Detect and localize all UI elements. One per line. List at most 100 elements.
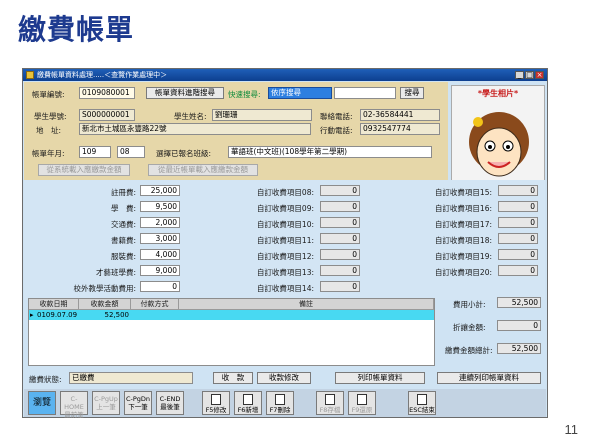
fee-left-field[interactable]: 25,000 xyxy=(140,185,180,196)
browse-button[interactable]: 瀏覽 xyxy=(28,391,56,415)
fee-left-field[interactable]: 9,000 xyxy=(140,265,180,276)
toolbar-label: F5修改 xyxy=(205,406,227,414)
payment-grid[interactable]: 收款日期 收款金額 付款方式 備註 ▸ 0109.07.09 52,500 xyxy=(28,298,435,366)
first-record-button[interactable]: C-HOME 最前筆 xyxy=(60,391,88,419)
subtotal-field[interactable]: 52,500 xyxy=(497,297,541,308)
print-continuous-button[interactable]: 連續列印帳單資料 xyxy=(437,372,541,384)
address-field[interactable]: 新北市土城區永豐路22號 xyxy=(79,123,311,135)
fee-mid-field[interactable]: 0 xyxy=(320,185,360,196)
student-name-field[interactable]: 劉珊珊 xyxy=(212,109,312,121)
phone-label: 聯絡電話: xyxy=(320,112,353,121)
window-title: 繳費帳單資料處理.....＜查覽作業處理中＞ xyxy=(37,71,168,79)
fee-mid-label: 自訂收費項目13: xyxy=(256,268,314,277)
student-photo: *學生相片* xyxy=(451,85,545,193)
close-button[interactable]: × xyxy=(535,71,544,79)
fee-items-panel: 註冊費: 25,000 學 費: 9,500 交通費: 2,000 書籍費: 3,000 服裝費… xyxy=(24,180,545,300)
student-cartoon-image xyxy=(469,112,529,177)
bill-year-value: 109 xyxy=(82,147,97,156)
edit-icon xyxy=(211,394,221,405)
photo-label: *學生相片* xyxy=(477,89,519,98)
fee-mid-field[interactable]: 0 xyxy=(320,217,360,228)
quick-search-input[interactable] xyxy=(334,87,396,99)
edit-button[interactable]: F5修改 xyxy=(202,391,230,415)
load-recent-fee-button[interactable]: 從最近帳單載入應繳款金額 xyxy=(148,164,258,176)
fee-right-field[interactable]: 0 xyxy=(498,217,538,228)
fee-mid-field[interactable]: 0 xyxy=(320,201,360,212)
fee-mid-field[interactable]: 0 xyxy=(320,233,360,244)
fee-left-field[interactable]: 9,500 xyxy=(140,201,180,212)
maximize-button[interactable]: □ xyxy=(525,71,534,79)
fee-right-label: 自訂收費項目19: xyxy=(434,252,492,261)
fee-mid-field[interactable]: 0 xyxy=(320,249,360,260)
status-field[interactable]: 已繳費 xyxy=(69,372,193,384)
quick-search-label: 快速搜尋: xyxy=(228,90,261,99)
fee-mid-label: 自訂收費項目11: xyxy=(256,236,314,245)
fee-left-field[interactable]: 2,000 xyxy=(140,217,180,228)
grid-header-method[interactable]: 付款方式 xyxy=(131,299,179,310)
fee-right-field[interactable]: 0 xyxy=(498,265,538,276)
exit-button[interactable]: ESC結束 xyxy=(408,391,436,415)
fee-left-field[interactable]: 4,000 xyxy=(140,249,180,260)
fee-mid-field[interactable]: 0 xyxy=(320,265,360,276)
fee-right-field[interactable]: 0 xyxy=(498,201,538,212)
fee-left-field[interactable]: 0 xyxy=(140,281,180,292)
load-system-fee-button[interactable]: 從系統載入應繳款金額 xyxy=(38,164,130,176)
fee-left-field[interactable]: 3,000 xyxy=(140,233,180,244)
fee-right-field[interactable]: 0 xyxy=(498,233,538,244)
table-row[interactable]: ▸ 0109.07.09 52,500 xyxy=(29,310,434,320)
mobile-field[interactable]: 0932547774 xyxy=(360,123,440,135)
add-button[interactable]: F6新增 xyxy=(234,391,262,415)
prev-record-button[interactable]: C-PgUp 上一筆 xyxy=(92,391,120,415)
discount-field[interactable]: 0 xyxy=(497,320,541,331)
bill-month-select[interactable]: 08 xyxy=(117,146,145,158)
toolbar-label: F7刪除 xyxy=(269,406,291,414)
fee-right-field[interactable]: 0 xyxy=(498,185,538,196)
last-record-button[interactable]: C-END 最後筆 xyxy=(156,391,184,415)
cell-amount: 52,500 xyxy=(104,311,130,319)
phone-field[interactable]: 02-36584441 xyxy=(360,109,440,121)
header-panel: 帳單編號: 0109080001 帳單資料進階搜尋 快速搜尋: 依序搜尋 搜尋 … xyxy=(24,82,448,196)
fee-mid-field[interactable]: 0 xyxy=(320,281,360,292)
fee-left-label: 校外教學活動費用: xyxy=(73,284,136,293)
bill-ym-label: 帳單年月: xyxy=(32,149,65,158)
app-icon xyxy=(26,71,34,79)
fee-left-label: 才藝班學費: xyxy=(95,268,136,277)
bill-no-field[interactable]: 0109080001 xyxy=(79,87,135,99)
modify-payment-button[interactable]: 收款修改 xyxy=(257,372,311,384)
minimize-button[interactable]: _ xyxy=(515,71,524,79)
fee-mid-label: 自訂收費項目08: xyxy=(256,188,314,197)
quick-search-select[interactable]: 依序搜尋 xyxy=(268,87,332,99)
undo-button[interactable]: F9還原 xyxy=(348,391,376,415)
add-icon xyxy=(243,394,253,405)
app-window: 繳費帳單資料處理.....＜查覽作業處理中＞ _ □ × 帳單編號: 01090… xyxy=(22,68,548,419)
fee-right-label: 自訂收費項目20: xyxy=(434,268,492,277)
total-field[interactable]: 52,500 xyxy=(497,343,541,354)
class-select[interactable]: 華語班(中文班)(108學年第二學期) xyxy=(228,146,432,158)
class-select-label: 選擇已報名班級: xyxy=(156,149,212,158)
mobile-label: 行動電話: xyxy=(320,126,353,135)
fee-right-field[interactable]: 0 xyxy=(498,249,538,260)
fee-left-label: 註冊費: xyxy=(110,188,136,197)
advanced-search-button[interactable]: 帳單資料進階搜尋 xyxy=(146,87,224,99)
grid-header-note[interactable]: 備註 xyxy=(179,299,434,310)
fee-left-label: 交通費: xyxy=(110,220,136,229)
bill-no-label: 帳單編號: xyxy=(32,90,65,99)
search-button[interactable]: 搜尋 xyxy=(400,87,424,99)
toolbar-label: ESC結束 xyxy=(409,406,435,414)
toolbar-sublabel: 最後筆 xyxy=(160,403,180,411)
student-name-label: 學生姓名: xyxy=(174,112,207,121)
bill-year-select[interactable]: 109 xyxy=(79,146,111,158)
save-button[interactable]: F8存檔 xyxy=(316,391,344,415)
print-bill-button[interactable]: 列印帳單資料 xyxy=(335,372,425,384)
exit-icon xyxy=(417,394,427,405)
grid-header-date[interactable]: 收款日期 xyxy=(29,299,79,310)
next-record-button[interactable]: C-PgDn 下一筆 xyxy=(124,391,152,415)
fee-right-label: 自訂收費項目18: xyxy=(434,236,492,245)
student-id-field[interactable]: S000000001 xyxy=(79,109,135,121)
delete-button[interactable]: F7刪除 xyxy=(266,391,294,415)
fee-right-label: 自訂收費項目15: xyxy=(434,188,492,197)
toolbar-sublabel: 下一筆 xyxy=(128,403,148,411)
collect-button[interactable]: 收 款 xyxy=(213,372,253,384)
grid-header-amount[interactable]: 收款金額 xyxy=(79,299,131,310)
toolbar-label: F6新增 xyxy=(237,406,259,414)
